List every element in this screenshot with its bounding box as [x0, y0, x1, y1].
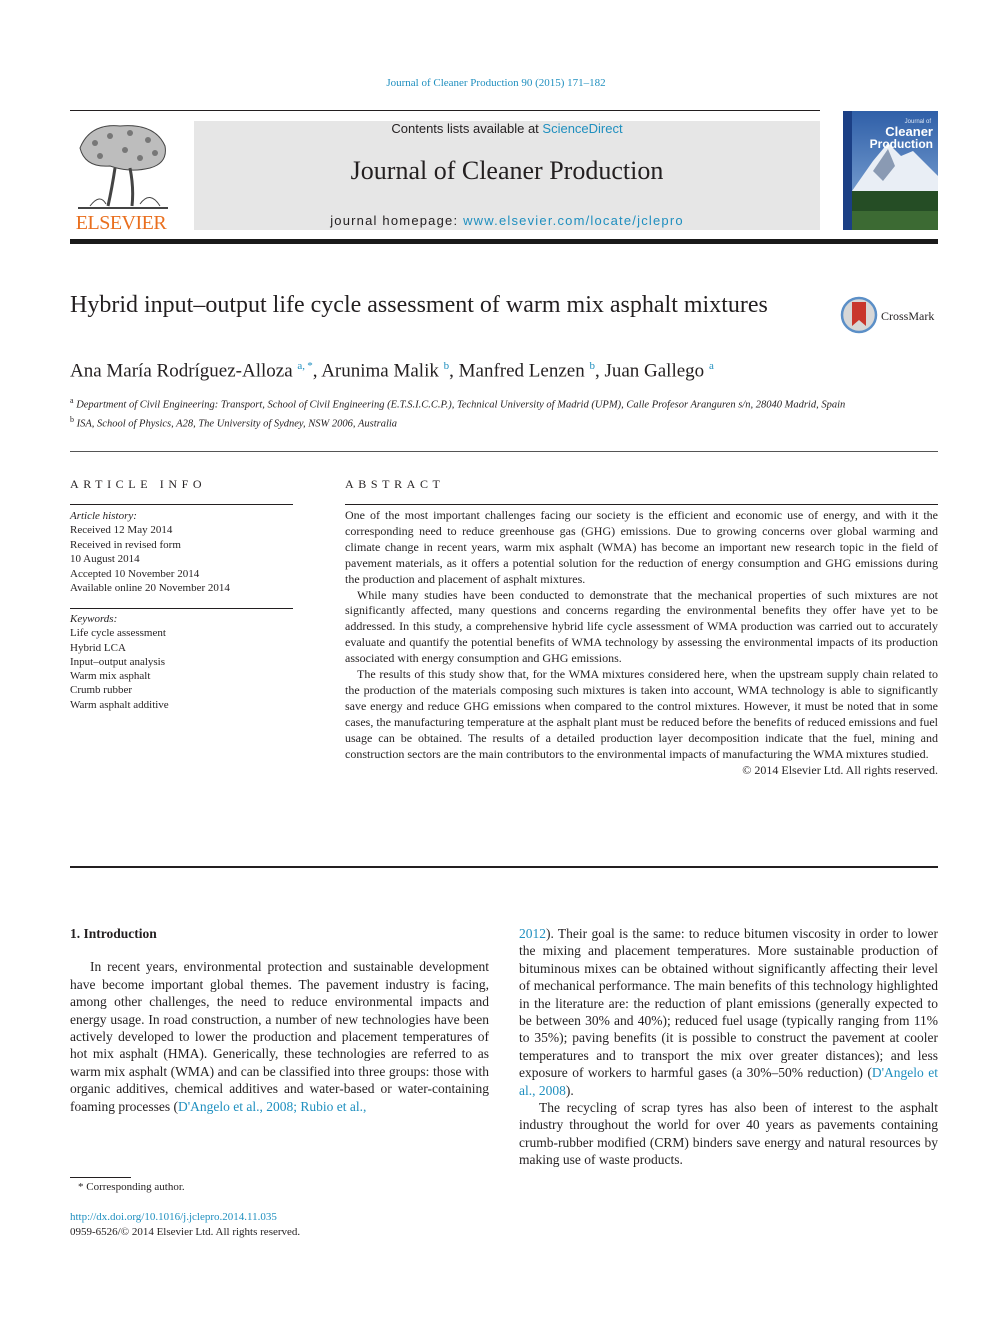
elsevier-wordmark: ELSEVIER — [75, 212, 167, 234]
citation-link[interactable]: 2012 — [519, 926, 546, 941]
masthead-thick-rule — [70, 239, 938, 244]
cover-title-line2: Production — [870, 137, 933, 151]
history-item: 10 August 2014 — [70, 553, 140, 566]
paragraph-text: ). Their goal is the same: to reduce bit… — [519, 926, 938, 1081]
abstract-body: One of the most important challenges fac… — [345, 508, 938, 778]
keyword-item: Crumb rubber — [70, 684, 133, 697]
article-history: Article history: Received 12 May 2014 Re… — [70, 509, 300, 595]
author-affil-marker[interactable]: a — [709, 360, 714, 372]
history-item: Received 12 May 2014 — [70, 524, 173, 537]
sciencedirect-link[interactable]: ScienceDirect — [542, 121, 622, 136]
paragraph-text: In recent years, environmental protectio… — [70, 959, 489, 1114]
affiliations: a Department of Civil Engineering: Trans… — [70, 394, 930, 431]
paragraph-text: ). — [565, 1082, 574, 1098]
body-column-right: 2012). Their goal is the same: to reduce… — [519, 925, 938, 1169]
body-paragraph: In recent years, environmental protectio… — [70, 958, 489, 1115]
journal-reference-link[interactable]: Journal of Cleaner Production 90 (2015) … — [0, 77, 992, 89]
journal-title: Journal of Cleaner Production — [350, 156, 664, 185]
keyword-item: Life cycle assessment — [70, 627, 166, 640]
keyword-item: Warm asphalt additive — [70, 698, 169, 711]
section-heading-introduction: 1. Introduction — [70, 926, 157, 941]
affiliation-text: ISA, School of Physics, A28, The Univers… — [76, 418, 398, 429]
affiliation-marker: b — [70, 414, 74, 424]
article-info-rule — [70, 504, 293, 505]
author-affil-marker[interactable]: b — [589, 360, 595, 372]
abstract-copyright: © 2014 Elsevier Ltd. All rights reserved… — [742, 762, 938, 777]
abstract-paragraph: While many studies have been conducted t… — [345, 587, 938, 666]
affiliation-text: Department of Civil Engineering: Transpo… — [76, 399, 846, 411]
body-paragraph-continued: 2012). Their goal is the same: to reduce… — [519, 925, 938, 1099]
history-item: Received in revised form — [70, 538, 181, 551]
history-item: Accepted 10 November 2014 — [70, 567, 200, 580]
body-column-left: 1. Introduction In recent years, environ… — [70, 925, 489, 1115]
doi-link[interactable]: http://dx.doi.org/10.1016/j.jclepro.2014… — [70, 1211, 277, 1223]
issn-copyright: 0959-6526/© 2014 Elsevier Ltd. All right… — [70, 1226, 301, 1238]
article-info-heading: ARTICLE INFO — [70, 477, 207, 491]
journal-cover-image[interactable]: Journal of Cleaner Production — [843, 111, 938, 230]
keywords-rule — [70, 608, 293, 609]
footnote-rule — [70, 1177, 131, 1178]
abstract-heading: ABSTRACT — [345, 477, 445, 491]
keyword-item: Hybrid LCA — [70, 641, 126, 654]
history-item: Available online 20 November 2014 — [70, 582, 230, 595]
header-rule — [70, 110, 820, 111]
contents-availability: Contents lists available at ScienceDirec… — [194, 121, 820, 136]
keywords-label: Keywords: — [70, 613, 118, 625]
keyword-item: Warm mix asphalt — [70, 670, 151, 683]
abstract-paragraph: One of the most important challenges fac… — [345, 508, 938, 586]
author-affil-marker[interactable]: b — [444, 360, 450, 372]
article-title: Hybrid input–output life cycle assessmen… — [70, 292, 768, 318]
contents-prefix: Contents lists available at — [391, 121, 543, 136]
affiliation-rule — [70, 451, 938, 452]
journal-homepage: journal homepage: www.elsevier.com/locat… — [194, 213, 820, 228]
author-name[interactable]: Juan Gallego — [604, 360, 704, 381]
author-affil-marker[interactable]: a, * — [297, 360, 312, 372]
history-label: Article history: — [70, 510, 137, 522]
abstract-end-rule — [70, 866, 938, 868]
corresponding-author-footnote: * Corresponding author. — [78, 1181, 185, 1193]
affiliation-item: a Department of Civil Engineering: Trans… — [70, 394, 930, 413]
author-name[interactable]: Manfred Lenzen — [459, 360, 585, 381]
author-name[interactable]: Arunima Malik — [321, 360, 439, 381]
crossmark-label: CrossMark — [881, 309, 934, 323]
keyword-item: Input–output analysis — [70, 655, 166, 668]
abstract-rule — [345, 504, 938, 505]
body-paragraph: The recycling of scrap tyres has also be… — [519, 1100, 938, 1168]
keywords-list: Keywords: Life cycle assessment Hybrid L… — [70, 612, 300, 712]
abstract-paragraph: The results of this study show that, for… — [345, 667, 938, 761]
affiliation-item: b ISA, School of Physics, A28, The Unive… — [70, 413, 930, 432]
crossmark-button[interactable]: CrossMark — [840, 296, 940, 334]
homepage-link[interactable]: www.elsevier.com/locate/jclepro — [463, 213, 684, 228]
author-list: Ana María Rodríguez-Alloza a, *, Arunima… — [70, 360, 714, 382]
homepage-prefix: journal homepage: — [330, 213, 464, 228]
author-name[interactable]: Ana María Rodríguez-Alloza — [70, 360, 293, 381]
affiliation-marker: a — [70, 396, 74, 405]
citation-link[interactable]: D'Angelo et al., 2008; Rubio et al., — [178, 1099, 366, 1114]
